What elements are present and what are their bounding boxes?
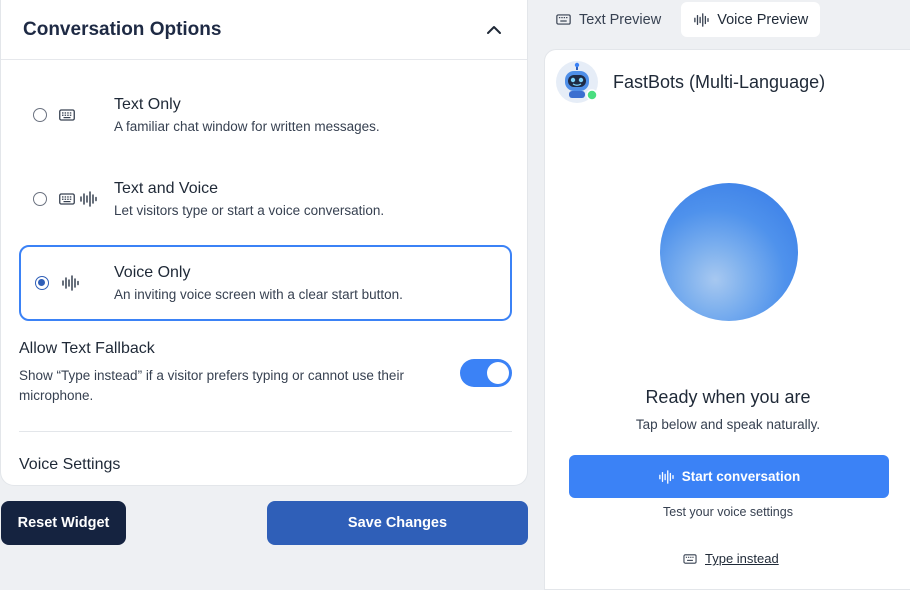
tab-text-preview[interactable]: Text Preview (544, 2, 673, 37)
voice-preview-panel: FastBots (Multi-Language) Ready when you… (544, 49, 910, 590)
voice-settings-heading[interactable]: Voice Settings (19, 456, 120, 474)
waveform-icon (658, 469, 674, 484)
type-instead-label: Type instead (705, 551, 779, 566)
option-description: Let visitors type or start a voice conve… (114, 203, 385, 218)
waveform-icon (62, 275, 79, 291)
option-description: An inviting voice screen with a clear st… (114, 287, 403, 302)
voice-orb (660, 183, 798, 321)
panel-header: Conversation Options (1, 0, 527, 60)
waveform-icon (694, 12, 709, 27)
option-voice-only[interactable]: Voice Only An inviting voice screen with… (19, 245, 512, 321)
fallback-toggle[interactable] (460, 359, 512, 387)
chevron-up-icon[interactable] (483, 19, 505, 41)
type-instead-link[interactable]: Type instead (683, 551, 779, 566)
radio-voice-only[interactable] (35, 276, 49, 290)
fallback-title: Allow Text Fallback (19, 340, 155, 357)
keyboard-icon (556, 14, 571, 25)
tab-label: Text Preview (579, 11, 662, 28)
conversation-options-panel: Conversation Options Text Only A familia… (0, 0, 528, 486)
option-icons (61, 275, 79, 291)
waveform-icon (80, 191, 97, 207)
fallback-description: Show “Type instead” if a visitor prefers… (19, 368, 404, 403)
option-text-and-voice[interactable]: Text and Voice Let visitors type or star… (19, 161, 512, 237)
keyboard-icon (59, 193, 75, 205)
keyboard-icon (683, 553, 697, 564)
ready-subtitle: Tap below and speak naturally. (635, 417, 821, 432)
start-label: Start conversation (681, 469, 801, 484)
option-icons (59, 109, 75, 121)
keyboard-icon (59, 109, 75, 121)
bot-name: FastBots (Multi-Language) (613, 72, 826, 92)
save-changes-button[interactable]: Save Changes (267, 501, 528, 545)
text-fallback-setting: Allow Text Fallback Show “Type instead” … (19, 340, 512, 406)
radio-text-and-voice[interactable] (33, 192, 47, 206)
tab-voice-preview[interactable]: Voice Preview (681, 2, 821, 37)
divider (19, 431, 512, 432)
robot-icon (565, 62, 598, 101)
option-text-only[interactable]: Text Only A familiar chat window for wri… (19, 77, 512, 153)
option-icons (59, 191, 97, 207)
test-voice-text: Test your voice settings (663, 505, 793, 519)
panel-title: Conversation Options (23, 18, 222, 40)
preview-tabs: Text Preview Voice Preview (544, 2, 821, 37)
option-title: Voice Only (114, 264, 191, 281)
tab-label: Voice Preview (717, 11, 809, 28)
radio-text-only[interactable] (33, 108, 47, 122)
reset-widget-button[interactable]: Reset Widget (1, 501, 126, 545)
ready-title: Ready when you are (645, 387, 811, 407)
option-description: A familiar chat window for written messa… (114, 119, 380, 134)
option-title: Text Only (114, 96, 181, 113)
bot-avatar (556, 61, 598, 103)
start-conversation-button[interactable]: Start conversation (569, 455, 889, 498)
option-title: Text and Voice (114, 180, 219, 197)
